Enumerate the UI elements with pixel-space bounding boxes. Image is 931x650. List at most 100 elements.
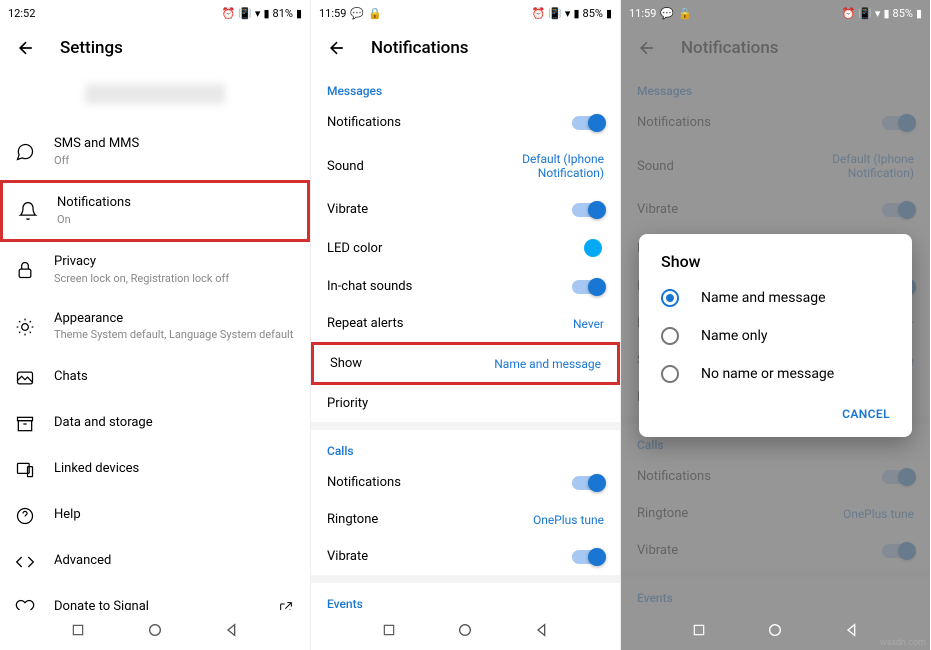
radio-option-name-only[interactable]: Name only bbox=[639, 317, 912, 355]
row-donate[interactable]: Donate to Signal bbox=[0, 585, 310, 610]
nav-back-icon[interactable] bbox=[532, 620, 552, 640]
nav-back-icon[interactable] bbox=[842, 620, 862, 640]
radio-icon[interactable] bbox=[661, 327, 679, 345]
nav-bar bbox=[311, 610, 620, 650]
row-notifications-toggle[interactable]: Notifications bbox=[311, 104, 620, 141]
row-vibrate[interactable]: Vibrate bbox=[311, 191, 620, 228]
wifi-icon: ▾ bbox=[255, 7, 261, 20]
row-linked-devices[interactable]: Linked devices bbox=[0, 447, 310, 493]
watermark: wsxdn.com bbox=[880, 638, 926, 648]
vibrate-icon: 📳 bbox=[858, 7, 872, 20]
back-icon[interactable] bbox=[16, 38, 36, 58]
nav-recent-icon[interactable] bbox=[379, 620, 399, 640]
devices-icon bbox=[14, 459, 36, 481]
row-data-storage[interactable]: Data and storage bbox=[0, 401, 310, 447]
help-icon bbox=[14, 505, 36, 527]
toggle-icon[interactable] bbox=[572, 550, 604, 564]
settings-list: SMS and MMSOff NotificationsOn PrivacySc… bbox=[0, 70, 310, 610]
header: Settings bbox=[0, 24, 310, 70]
vibrate-icon: 📳 bbox=[548, 7, 562, 20]
nav-recent-icon[interactable] bbox=[68, 620, 88, 640]
radio-selected-icon[interactable] bbox=[661, 289, 679, 307]
heart-icon bbox=[14, 597, 36, 610]
toggle-icon[interactable] bbox=[572, 280, 604, 294]
show-dialog: Show Name and message Name only No name … bbox=[639, 234, 912, 437]
battery-text: 85% bbox=[583, 7, 603, 20]
battery-text: 81% bbox=[273, 7, 293, 20]
row-ringtone[interactable]: RingtoneOnePlus tune bbox=[311, 501, 620, 538]
alarm-icon: ⏰ bbox=[532, 7, 546, 20]
nav-recent-icon[interactable] bbox=[689, 620, 709, 640]
image-icon bbox=[14, 367, 36, 389]
row-repeat-alerts[interactable]: Repeat alertsNever bbox=[311, 305, 620, 342]
battery-icon: ▮ bbox=[296, 7, 302, 20]
dialog-title: Show bbox=[639, 252, 912, 279]
nav-home-icon[interactable] bbox=[455, 620, 475, 640]
nav-back-icon[interactable] bbox=[222, 620, 242, 640]
wifi-icon: ▾ bbox=[875, 7, 881, 20]
row-notifications[interactable]: NotificationsOn bbox=[0, 180, 310, 242]
external-link-icon bbox=[278, 600, 294, 610]
row-advanced[interactable]: Advanced bbox=[0, 539, 310, 585]
status-time: 12:52 bbox=[8, 7, 35, 20]
toggle-icon[interactable] bbox=[572, 203, 604, 217]
chat-bubble-icon bbox=[14, 141, 36, 163]
lock-icon: 🔒 bbox=[368, 7, 382, 20]
signal-icon: ▮ bbox=[573, 7, 579, 20]
row-calls-notifications[interactable]: Notifications bbox=[311, 464, 620, 501]
battery-icon: ▮ bbox=[916, 7, 922, 20]
section-calls: Calls bbox=[311, 430, 620, 464]
row-show[interactable]: ShowName and message bbox=[311, 342, 620, 385]
radio-icon[interactable] bbox=[661, 365, 679, 383]
row-priority[interactable]: Priority bbox=[311, 385, 620, 422]
code-icon bbox=[14, 551, 36, 573]
row-appearance[interactable]: AppearanceTheme System default, Language… bbox=[0, 299, 310, 355]
led-dot-icon bbox=[584, 239, 602, 257]
status-bar: 12:52 ⏰ 📳 ▾ ▮ 81% ▮ bbox=[0, 0, 310, 24]
alarm-icon: ⏰ bbox=[842, 7, 856, 20]
toggle-icon[interactable] bbox=[572, 116, 604, 130]
row-chats[interactable]: Chats bbox=[0, 355, 310, 401]
sun-icon bbox=[14, 316, 36, 338]
section-messages: Messages bbox=[311, 70, 620, 104]
header: Notifications bbox=[311, 24, 620, 70]
row-led-color[interactable]: LED color bbox=[311, 228, 620, 268]
signal-icon: ▮ bbox=[263, 7, 269, 20]
screen-notifications: 11:59 💬 🔒 ⏰ 📳 ▾ ▮ 85% ▮ Notifications Me… bbox=[310, 0, 620, 650]
radio-option-name-and-message[interactable]: Name and message bbox=[639, 279, 912, 317]
row-calls-vibrate[interactable]: Vibrate bbox=[311, 538, 620, 575]
back-icon[interactable] bbox=[327, 38, 347, 58]
signal-icon: ▮ bbox=[883, 7, 889, 20]
page-title: Settings bbox=[60, 38, 123, 58]
bell-icon bbox=[17, 200, 39, 222]
battery-icon: ▮ bbox=[606, 7, 612, 20]
screen-settings: 12:52 ⏰ 📳 ▾ ▮ 81% ▮ Settings SMS and MMS… bbox=[0, 0, 310, 650]
cancel-button[interactable]: CANCEL bbox=[838, 401, 894, 427]
row-inchat-sounds[interactable]: In-chat sounds bbox=[311, 268, 620, 305]
radio-option-no-name[interactable]: No name or message bbox=[639, 355, 912, 393]
status-bar: 11:59 💬 🔒 ⏰ 📳 ▾ ▮ 85% ▮ bbox=[621, 0, 930, 24]
screen-notifications-dialog: 11:59 💬 🔒 ⏰ 📳 ▾ ▮ 85% ▮ Notifications Me… bbox=[620, 0, 930, 650]
row-privacy[interactable]: PrivacyScreen lock on, Registration lock… bbox=[0, 242, 310, 298]
status-bar: 11:59 💬 🔒 ⏰ 📳 ▾ ▮ 85% ▮ bbox=[311, 0, 620, 24]
nav-home-icon[interactable] bbox=[765, 620, 785, 640]
nav-bar bbox=[0, 610, 310, 650]
message-icon: 💬 bbox=[660, 7, 674, 20]
toggle-icon[interactable] bbox=[572, 476, 604, 490]
section-events: Events bbox=[311, 583, 620, 610]
page-title: Notifications bbox=[371, 38, 469, 58]
archive-icon bbox=[14, 413, 36, 435]
status-time: 11:59 bbox=[319, 7, 346, 20]
lock-icon: 🔒 bbox=[678, 7, 692, 20]
wifi-icon: ▾ bbox=[565, 7, 571, 20]
vibrate-icon: 📳 bbox=[238, 7, 252, 20]
notif-list: Messages Notifications SoundDefault (Iph… bbox=[311, 70, 620, 610]
row-help[interactable]: Help bbox=[0, 493, 310, 539]
row-sound[interactable]: SoundDefault (Iphone Notification) bbox=[311, 141, 620, 191]
nav-home-icon[interactable] bbox=[145, 620, 165, 640]
alarm-icon: ⏰ bbox=[222, 7, 236, 20]
status-time: 11:59 bbox=[629, 7, 656, 20]
message-icon: 💬 bbox=[350, 7, 364, 20]
profile-blurred[interactable] bbox=[85, 84, 225, 104]
row-sms[interactable]: SMS and MMSOff bbox=[0, 124, 310, 180]
